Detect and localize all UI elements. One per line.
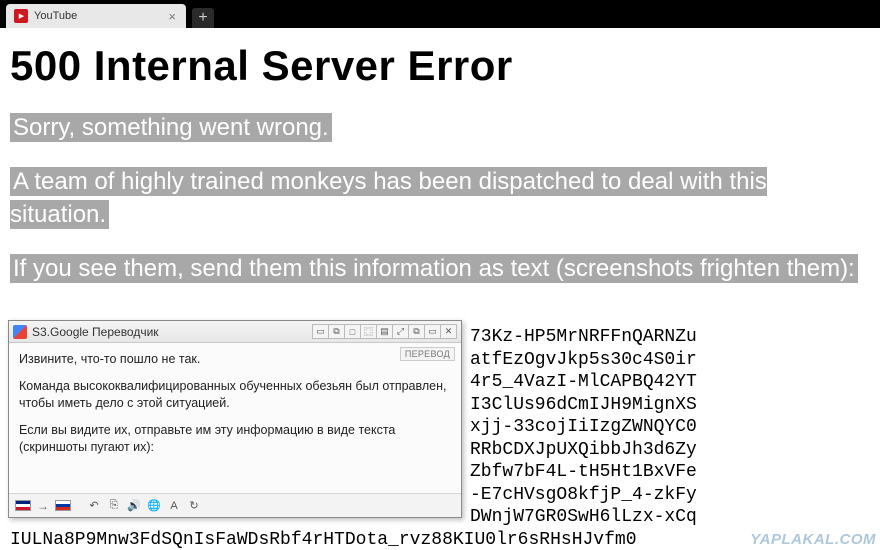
translator-footer: → ↶ ⎘ 🔊 🌐 A ↻	[9, 493, 461, 517]
titlebar-close-icon[interactable]: ✕	[440, 324, 457, 339]
translated-paragraph-3: Если вы видите их, отправьте им эту инфо…	[19, 422, 451, 456]
globe-icon[interactable]: 🌐	[147, 499, 161, 513]
page-content: 500 Internal Server Error Sorry, somethi…	[0, 28, 880, 550]
error-line-3: If you see them, send them this informat…	[10, 254, 858, 283]
flag-source-icon[interactable]	[15, 500, 31, 511]
tab-title: YouTube	[34, 10, 77, 22]
translate-button[interactable]: ПЕРЕВОД	[400, 347, 455, 361]
error-line-1: Sorry, something went wrong.	[10, 113, 332, 142]
font-a-icon[interactable]: A	[167, 499, 181, 513]
titlebar-btn-4[interactable]: ⿴	[360, 324, 377, 339]
titlebar-btn-5[interactable]: ▤	[376, 324, 393, 339]
undo-icon[interactable]: ↶	[87, 499, 101, 513]
flag-target-icon[interactable]	[55, 500, 71, 511]
dump-line: -E7cHVsgO8kfjP_4-zkFy	[470, 485, 697, 505]
dump-line: IULNa8P9Mnw3FdSQnIsFaWDsRbf4rHTDota_rvz8…	[10, 530, 637, 550]
dump-line: 73Kz-HP5MrNRFFnQARNZu	[470, 327, 697, 347]
browser-tab-bar: YouTube × +	[0, 0, 880, 28]
titlebar-btn-6[interactable]: ⤢	[392, 324, 409, 339]
titlebar-btn-3[interactable]: □	[344, 324, 361, 339]
copy-icon[interactable]: ⎘	[107, 499, 121, 513]
titlebar-btn-8[interactable]: ▭	[424, 324, 441, 339]
dump-line: atfEzOgvJkp5s30c4S0ir	[470, 350, 697, 370]
error-dump-block: 73Kz-HP5MrNRFFnQARNZu atfEzOgvJkp5s30c4S…	[470, 304, 870, 550]
translator-body: ПЕРЕВОД Извините, что-то пошло не так. К…	[9, 343, 461, 493]
dump-line: xjj-33cojIiIzgZWNQYC0	[470, 417, 697, 437]
dump-line: DWnjW7GR0SwH6lLzx-xCq	[470, 507, 697, 527]
translator-window-buttons: ▭ ⧉ □ ⿴ ▤ ⤢ ⧉ ▭ ✕	[313, 324, 457, 339]
youtube-favicon-icon	[14, 9, 28, 23]
new-tab-button[interactable]: +	[192, 8, 214, 28]
translator-title-text: S3.Google Переводчик	[32, 325, 159, 339]
dump-line: Zbfw7bF4L-tH5Ht1BxVFe	[470, 462, 697, 482]
titlebar-btn-1[interactable]: ▭	[312, 324, 329, 339]
error-line-2: A team of highly trained monkeys has bee…	[10, 167, 767, 228]
translated-paragraph-2: Команда высококвалифицированных обученны…	[19, 378, 451, 412]
translator-popup[interactable]: S3.Google Переводчик ▭ ⧉ □ ⿴ ▤ ⤢ ⧉ ▭ ✕ П…	[8, 320, 462, 518]
titlebar-btn-2[interactable]: ⧉	[328, 324, 345, 339]
dump-line: RRbCDXJpUXQibbJh3d6Zy	[470, 440, 697, 460]
dump-line: 4r5_4VazI-MlCAPBQ42YT	[470, 372, 697, 392]
translator-app-icon	[13, 325, 27, 339]
dump-line: I3ClUs96dCmIJH9MignXS	[470, 395, 697, 415]
error-heading: 500 Internal Server Error	[10, 42, 870, 90]
sound-icon[interactable]: 🔊	[127, 499, 141, 513]
arrow-right-icon: →	[37, 499, 49, 513]
titlebar-btn-7[interactable]: ⧉	[408, 324, 425, 339]
translated-paragraph-1: Извините, что-то пошло не так.	[19, 351, 451, 368]
browser-tab-youtube[interactable]: YouTube ×	[6, 4, 186, 28]
tab-close-icon[interactable]: ×	[166, 9, 178, 24]
refresh-icon[interactable]: ↻	[187, 499, 201, 513]
translator-titlebar[interactable]: S3.Google Переводчик ▭ ⧉ □ ⿴ ▤ ⤢ ⧉ ▭ ✕	[9, 321, 461, 343]
